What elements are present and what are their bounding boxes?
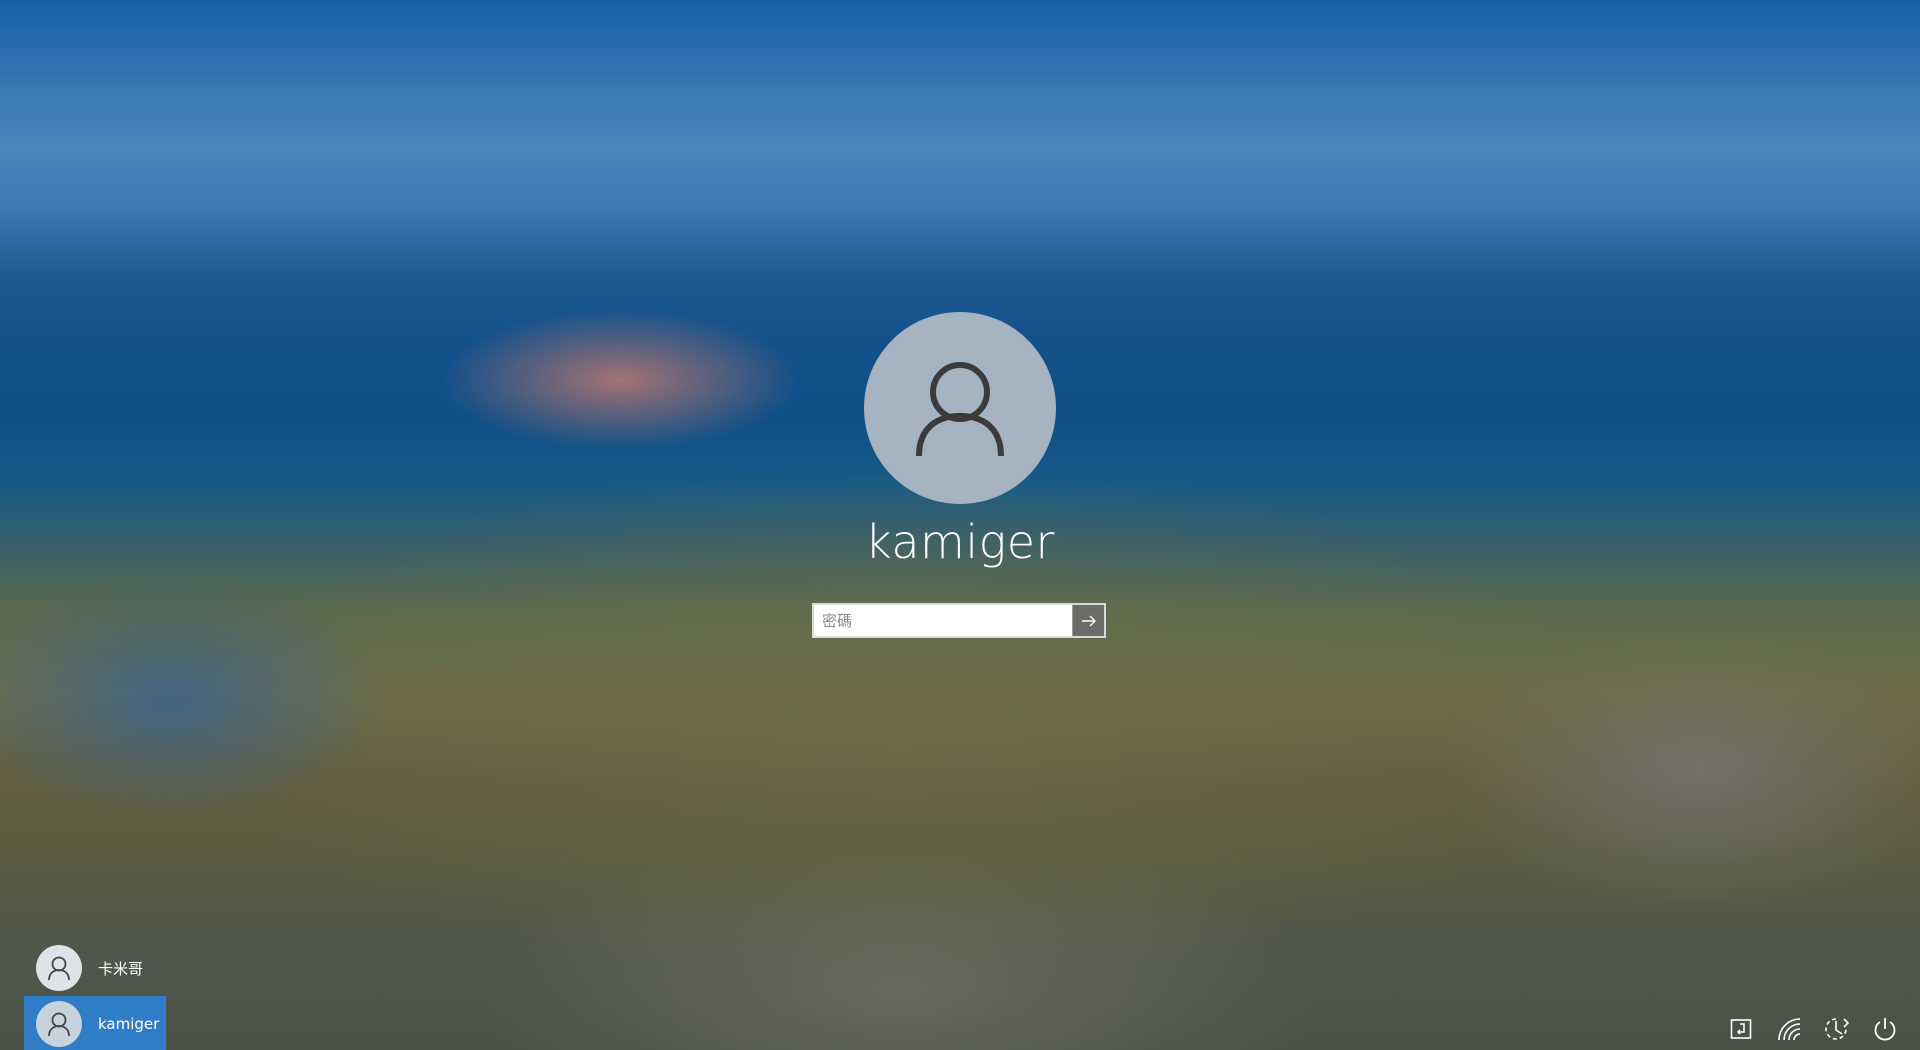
user-avatar [864, 312, 1056, 504]
ease-of-access-icon[interactable] [1726, 1014, 1756, 1044]
power-icon[interactable] [1870, 1014, 1900, 1044]
submit-button[interactable] [1072, 605, 1104, 636]
arrow-right-icon [1081, 615, 1096, 626]
user-avatar-small [36, 1001, 82, 1047]
user-avatar-small [36, 945, 82, 991]
network-icon[interactable] [1774, 1014, 1804, 1044]
username-label: kamiger [865, 515, 1055, 569]
user-item-label: kamiger [98, 1015, 160, 1033]
user-silhouette-icon [916, 362, 1004, 457]
user-item-kamige[interactable]: 卡米哥 [24, 940, 284, 996]
user-switcher-list: 卡米哥 kamiger [24, 940, 284, 1050]
accessibility-icon[interactable] [1822, 1014, 1852, 1044]
password-input[interactable] [814, 605, 1072, 636]
user-item-kamiger[interactable]: kamiger [24, 996, 166, 1050]
user-silhouette-icon [48, 1012, 70, 1037]
login-panel: kamiger [0, 0, 1920, 1050]
lock-screen: kamiger 卡米哥 kamiger [0, 0, 1920, 1050]
user-silhouette-icon [48, 956, 70, 981]
system-tray [1726, 1014, 1900, 1044]
user-item-label: 卡米哥 [98, 959, 144, 978]
password-field-container [812, 603, 1106, 638]
